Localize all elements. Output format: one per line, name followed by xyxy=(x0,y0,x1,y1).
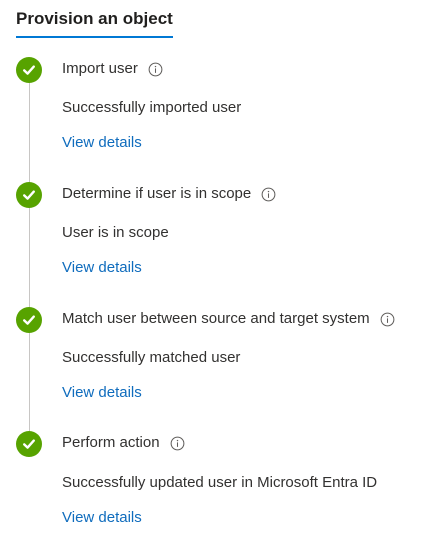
step-title-row: Match user between source and target sys… xyxy=(62,309,395,329)
timeline-connector xyxy=(29,70,30,448)
info-icon[interactable] xyxy=(170,436,185,451)
step-title-row: Perform action xyxy=(62,433,185,453)
step-title: Perform action xyxy=(62,434,160,451)
step-perform-action: Perform action Successfully updated user… xyxy=(0,0,430,526)
view-details-link[interactable]: View details xyxy=(62,508,142,528)
step-title: Match user between source and target sys… xyxy=(62,310,370,327)
info-icon[interactable] xyxy=(380,312,395,327)
view-details-link[interactable]: View details xyxy=(62,258,142,278)
info-icon[interactable] xyxy=(261,187,276,202)
step-title: Determine if user is in scope xyxy=(62,185,252,202)
step-status: User is in scope xyxy=(62,224,169,241)
check-circle-icon xyxy=(16,307,42,333)
check-circle-icon xyxy=(16,431,42,457)
step-status: Successfully updated user in Microsoft E… xyxy=(62,474,378,491)
view-details-link[interactable]: View details xyxy=(62,133,142,153)
step-status: Successfully matched user xyxy=(62,349,241,366)
step-title-row: Determine if user is in scope xyxy=(62,184,276,204)
view-details-link[interactable]: View details xyxy=(62,383,142,403)
check-circle-icon xyxy=(16,182,42,208)
